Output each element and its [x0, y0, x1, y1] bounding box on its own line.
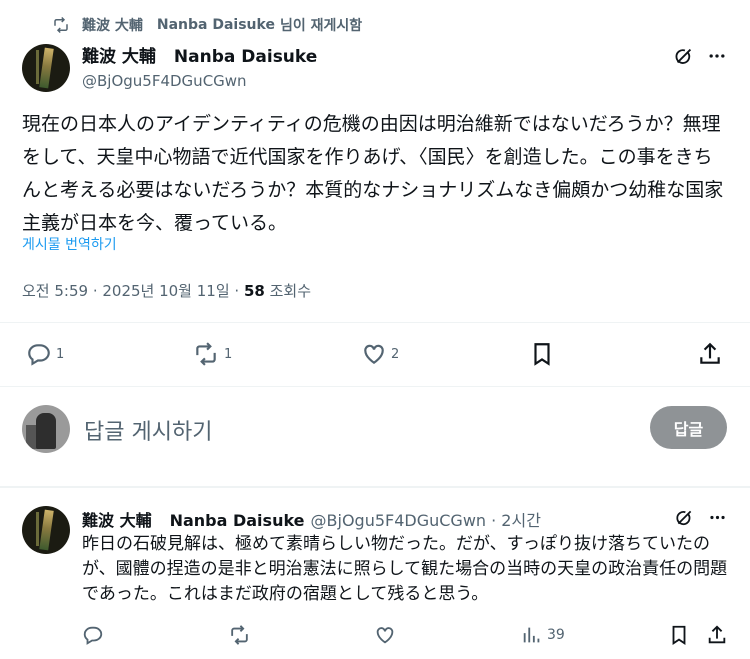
more-icon[interactable] [705, 505, 729, 529]
tweet-views-count: 58 [243, 282, 265, 300]
retweet-icon [196, 342, 216, 366]
reply-views-count: 39 [547, 627, 565, 643]
reply-icon [83, 626, 103, 645]
reply-reply-action[interactable] [82, 624, 108, 646]
author-handle[interactable]: @BjOgu5F4DGuCGwn [82, 72, 317, 90]
views-chart-icon [523, 627, 540, 643]
tweet-meta: 오전 5:59 · 2025년 10월 11일 · 58 조회수 [22, 280, 311, 301]
reply-count: 1 [56, 346, 65, 362]
reply-handle-time: @BjOgu5F4DGuCGwn · 2시간 [310, 511, 541, 530]
more-icon[interactable] [705, 44, 729, 68]
repost-action[interactable]: 1 [192, 341, 232, 367]
reply-input[interactable]: 답글 게시하기 [84, 414, 212, 446]
author-name[interactable]: 難波 大輔 Nanba Daisuke [82, 42, 317, 67]
reply-author[interactable]: 難波 大輔 Nanba Daisuke @BjOgu5F4DGuCGwn · 2시간 [82, 507, 541, 531]
reply-action[interactable]: 1 [26, 341, 64, 367]
reply-bookmark-action[interactable] [668, 624, 694, 646]
repost-header[interactable]: 難波 大輔 Nanba Daisuke 님이 재게시함 [52, 14, 362, 36]
reply-author-avatar[interactable] [22, 506, 70, 554]
divider [0, 486, 750, 488]
grok-icon[interactable] [672, 505, 696, 529]
reply-icon [28, 344, 50, 366]
like-count: 2 [391, 346, 400, 362]
reply-text: 昨日の石破見解は、極めて素晴らしい物だった。だが、すっぽり抜け落ちていたのが、國… [82, 534, 728, 604]
author-name-ja: 難波 大輔 [82, 47, 156, 67]
tweet-author: 難波 大輔 Nanba Daisuke @BjOgu5F4DGuCGwn [82, 42, 317, 90]
divider [0, 322, 750, 323]
share-icon [700, 342, 720, 364]
current-user-avatar [22, 405, 70, 453]
tweet-views-label: 조회수 [264, 282, 311, 300]
heart-icon [364, 344, 384, 364]
heart-icon [376, 627, 394, 644]
tweet-timestamp[interactable]: 오전 5:59 · 2025년 10월 11일 · [22, 282, 244, 300]
reply-author-name-ja: 難波 大輔 [82, 511, 152, 530]
reply-views-action[interactable]: 39 [521, 624, 565, 646]
grok-icon[interactable] [672, 44, 696, 68]
divider [0, 386, 750, 387]
reply-submit-button[interactable]: 답글 [650, 406, 727, 449]
reply-author-name-en: Nanba Daisuke [169, 511, 305, 530]
author-name-en: Nanba Daisuke [173, 47, 318, 67]
repost-suffix: 님이 재게시함 [279, 18, 363, 34]
bookmark-icon [534, 343, 550, 366]
retweet-icon [54, 16, 68, 34]
like-action[interactable]: 2 [361, 341, 399, 367]
share-action[interactable] [697, 341, 727, 367]
repost-name-en: Nanba Daisuke [156, 17, 275, 33]
reply-like-action[interactable] [374, 624, 400, 646]
tweet-text: 現在の日本人のアイデンティティの危機の由因は明治維新ではないだろうか？無理をして… [22, 113, 724, 234]
bookmark-icon [672, 625, 686, 645]
repost-count: 1 [224, 346, 233, 362]
reply-repost-action[interactable] [228, 624, 255, 646]
repost-name-ja: 難波 大輔 [82, 18, 143, 34]
author-avatar[interactable] [22, 44, 70, 92]
translate-link[interactable]: 게시물 번역하기 [22, 234, 117, 254]
bookmark-action[interactable] [529, 341, 559, 367]
retweet-icon [231, 625, 248, 645]
reply-share-action[interactable] [706, 624, 732, 646]
share-icon [708, 625, 726, 644]
